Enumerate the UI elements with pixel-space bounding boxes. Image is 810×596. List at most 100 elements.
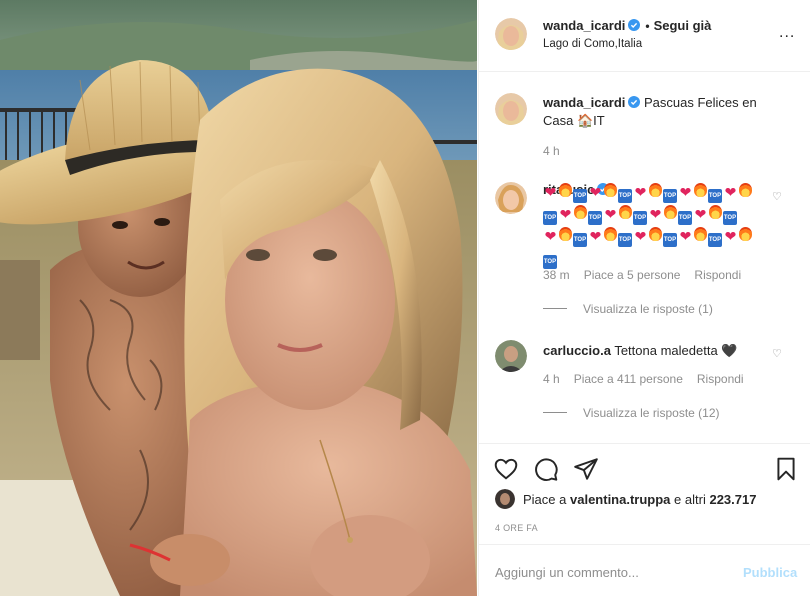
replies-divider-line bbox=[543, 412, 567, 413]
comments-list[interactable]: wanda_icardi Pascuas Felices en Casa 🏠IT… bbox=[479, 73, 810, 443]
comment-time[interactable]: 4 h bbox=[543, 372, 560, 386]
top-emoji-icon: TOP bbox=[543, 255, 557, 269]
following-button[interactable]: Segui già bbox=[654, 18, 712, 33]
post-header: wanda_icardi • Segui già Lago di Como,Ital… bbox=[479, 0, 810, 72]
comment-text: Tettona maledetta bbox=[614, 343, 718, 358]
selfie-image bbox=[0, 0, 477, 596]
comment-1-meta: 38 m Piace a 5 persone Rispondi bbox=[543, 268, 755, 282]
separator-dot: • bbox=[645, 19, 650, 33]
fire-emoji-icon bbox=[649, 183, 662, 197]
add-comment-bar: Pubblica bbox=[479, 544, 810, 596]
more-options-icon[interactable]: ... bbox=[779, 24, 795, 42]
comment-likes[interactable]: Piace a 5 persone bbox=[584, 268, 681, 282]
likes-summary[interactable]: Piace a valentina.truppa e altri 223.717 bbox=[523, 492, 756, 507]
view-replies-button[interactable]: Visualizza le risposte (12) bbox=[543, 406, 720, 420]
top-emoji-icon: TOP bbox=[678, 211, 692, 225]
liker-avatar[interactable] bbox=[495, 489, 515, 509]
comment-likes[interactable]: Piace a 411 persone bbox=[574, 372, 683, 386]
fire-emoji-icon bbox=[664, 205, 677, 219]
likes-count[interactable]: 223.717 bbox=[709, 492, 756, 507]
heart-emoji-icon: ❤ bbox=[724, 184, 737, 200]
liker-username[interactable]: valentina.truppa bbox=[570, 492, 670, 507]
post-photo[interactable] bbox=[0, 0, 477, 596]
top-emoji-icon: TOP bbox=[723, 211, 737, 225]
fire-emoji-icon bbox=[709, 205, 722, 219]
caption: wanda_icardi Pascuas Felices en Casa 🏠IT bbox=[543, 94, 783, 130]
comment-1-emoji-text: ❤ TOP ❤ TOP ❤ TOP ❤ TOP ❤TOP ❤ TOP ❤ TOP ❤ TOP ❤ TOP❤ TOP… bbox=[543, 181, 753, 269]
comment-2-meta: 4 h Piace a 411 persone Rispondi bbox=[543, 372, 758, 386]
author-username[interactable]: wanda_icardi bbox=[543, 18, 625, 33]
verified-badge-icon bbox=[628, 96, 641, 108]
caption-emoji: 🏠IT bbox=[576, 113, 605, 128]
verified-badge-icon bbox=[628, 19, 641, 31]
fire-emoji-icon bbox=[619, 205, 632, 219]
top-emoji-icon: TOP bbox=[633, 211, 647, 225]
heart-emoji-icon: ❤ bbox=[634, 184, 647, 200]
like-comment-heart-icon[interactable]: ♡ bbox=[772, 347, 782, 360]
fire-emoji-icon bbox=[739, 227, 752, 241]
fire-emoji-icon bbox=[604, 227, 617, 241]
caption-text-line1: Pascuas Felices en bbox=[644, 95, 757, 110]
heart-emoji-icon: ❤ bbox=[604, 206, 617, 222]
post-sidebar: wanda_icardi • Segui già Lago di Como,Ital… bbox=[478, 0, 810, 596]
like-comment-heart-icon[interactable]: ♡ bbox=[772, 190, 782, 203]
heart-emoji-icon: ❤ bbox=[634, 228, 647, 244]
fire-emoji-icon bbox=[604, 183, 617, 197]
post-actions: Piace a valentina.truppa e altri 223.717… bbox=[479, 443, 810, 543]
comment-username[interactable]: carluccio.a bbox=[543, 343, 611, 358]
fire-emoji-icon bbox=[574, 205, 587, 219]
fire-emoji-icon bbox=[694, 227, 707, 241]
reply-button[interactable]: Rispondi bbox=[697, 372, 744, 386]
comment-input[interactable] bbox=[495, 561, 735, 583]
comment-avatar[interactable] bbox=[495, 340, 527, 372]
top-emoji-icon: TOP bbox=[618, 189, 632, 203]
post-location[interactable]: Lago di Como,Italia bbox=[543, 38, 642, 50]
top-emoji-icon: TOP bbox=[708, 233, 722, 247]
comment-time[interactable]: 38 m bbox=[543, 268, 570, 282]
fire-emoji-icon bbox=[739, 183, 752, 197]
comment-bubble-icon[interactable] bbox=[533, 456, 559, 482]
caption-username[interactable]: wanda_icardi bbox=[543, 95, 625, 110]
top-emoji-icon: TOP bbox=[573, 189, 587, 203]
caption-time[interactable]: 4 h bbox=[543, 144, 560, 158]
view-replies-button[interactable]: Visualizza le risposte (1) bbox=[543, 302, 713, 316]
paper-plane-icon[interactable] bbox=[573, 456, 599, 482]
bookmark-icon[interactable] bbox=[773, 456, 799, 482]
view-replies-label: Visualizza le risposte (12) bbox=[583, 406, 720, 420]
heart-emoji-icon: ❤ bbox=[589, 184, 602, 200]
heart-outline-icon[interactable] bbox=[493, 456, 519, 482]
heart-emoji-icon: ❤ bbox=[649, 206, 662, 222]
comment-2: carluccio.a Tettona maledetta 🖤 bbox=[543, 342, 783, 360]
fire-emoji-icon bbox=[649, 227, 662, 241]
top-emoji-icon: TOP bbox=[588, 211, 602, 225]
comment-emoji: 🖤 bbox=[721, 343, 738, 358]
heart-emoji-icon: ❤ bbox=[544, 184, 557, 200]
post-timestamp[interactable]: 4 ORE FA bbox=[495, 523, 538, 533]
comment-avatar[interactable] bbox=[495, 182, 527, 214]
fire-emoji-icon bbox=[559, 227, 572, 241]
heart-emoji-icon: ❤ bbox=[559, 206, 572, 222]
view-replies-label: Visualizza le risposte (1) bbox=[583, 302, 713, 316]
top-emoji-icon: TOP bbox=[708, 189, 722, 203]
heart-emoji-icon: ❤ bbox=[724, 228, 737, 244]
heart-emoji-icon: ❤ bbox=[679, 184, 692, 200]
heart-emoji-icon: ❤ bbox=[589, 228, 602, 244]
heart-emoji-icon: ❤ bbox=[694, 206, 707, 222]
likes-middle: e altri bbox=[674, 492, 706, 507]
heart-emoji-icon: ❤ bbox=[544, 228, 557, 244]
fire-emoji-icon bbox=[559, 183, 572, 197]
publish-button[interactable]: Pubblica bbox=[743, 565, 797, 580]
top-emoji-icon: TOP bbox=[663, 233, 677, 247]
top-emoji-icon: TOP bbox=[663, 189, 677, 203]
fire-emoji-icon bbox=[694, 183, 707, 197]
heart-emoji-icon: ❤ bbox=[679, 228, 692, 244]
caption-text-line2: Casa bbox=[543, 113, 574, 128]
caption-avatar[interactable] bbox=[495, 93, 527, 125]
top-emoji-icon: TOP bbox=[573, 233, 587, 247]
reply-button[interactable]: Rispondi bbox=[694, 268, 741, 282]
top-emoji-icon: TOP bbox=[543, 211, 557, 225]
author-avatar[interactable] bbox=[495, 18, 527, 50]
likes-prefix: Piace a bbox=[523, 492, 567, 507]
replies-divider-line bbox=[543, 308, 567, 309]
top-emoji-icon: TOP bbox=[618, 233, 632, 247]
